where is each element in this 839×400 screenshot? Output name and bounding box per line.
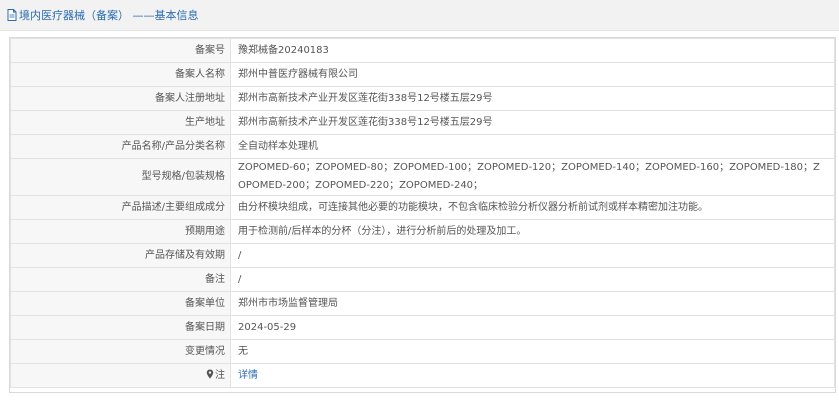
- value-record-date: 2024-05-29: [230, 315, 835, 340]
- info-table: 备案号 豫郑械备20240183 备案人名称 郑州中普医疗器械有限公司 备案人注…: [10, 38, 835, 388]
- value-production-address: 郑州市高新技术产业开发区莲花街338号12号楼五层29号: [230, 110, 835, 135]
- label-product-name: 产品名称/产品分类名称: [10, 134, 231, 159]
- details-link[interactable]: 详情: [238, 370, 258, 381]
- row-filer-address: 备案人注册地址 郑州市高新技术产业开发区莲花街338号12号楼五层29号: [10, 86, 835, 111]
- label-note: 注: [215, 369, 225, 381]
- header-bar: 境内医疗器械（备案） ——基本信息: [0, 0, 839, 31]
- value-remarks: /: [230, 267, 835, 292]
- map-pin-icon: [206, 369, 214, 378]
- row-intended-use: 预期用途 用于检测前/后样本的分杯（分注），进行分析前后的处理及加工。: [10, 219, 835, 244]
- row-record-no: 备案号 豫郑械备20240183: [10, 38, 835, 63]
- page: 境内医疗器械（备案） ——基本信息 备案号 豫郑械备20240183 备案人名称…: [0, 0, 839, 400]
- label-note-cell: 注: [10, 363, 231, 388]
- value-filer-name: 郑州中普医疗器械有限公司: [230, 62, 835, 87]
- value-record-unit: 郑州市市场监督管理局: [230, 291, 835, 316]
- label-filer-address: 备案人注册地址: [10, 86, 231, 111]
- row-filer-name: 备案人名称 郑州中普医疗器械有限公司: [10, 62, 835, 87]
- row-product-name: 产品名称/产品分类名称 全自动样本处理机: [10, 134, 835, 159]
- label-model-spec: 型号规格/包装规格: [10, 158, 231, 196]
- row-description: 产品描述/主要组成成分 由分杯模块组成，可连接其他必要的功能模块，不包含临床检验…: [10, 195, 835, 220]
- row-production-address: 生产地址 郑州市高新技术产业开发区莲花街338号12号楼五层29号: [10, 110, 835, 135]
- value-change: 无: [230, 339, 835, 364]
- value-product-name: 全自动样本处理机: [230, 134, 835, 159]
- label-description: 产品描述/主要组成成分: [10, 195, 231, 220]
- row-remarks: 备注 /: [10, 267, 835, 292]
- label-record-unit: 备案单位: [10, 291, 231, 316]
- label-record-date: 备案日期: [10, 315, 231, 340]
- row-note: 注 详情: [10, 363, 835, 388]
- row-record-date: 备案日期 2024-05-29: [10, 315, 835, 340]
- label-filer-name: 备案人名称: [10, 62, 231, 87]
- value-storage: /: [230, 243, 835, 268]
- row-record-unit: 备案单位 郑州市市场监督管理局: [10, 291, 835, 316]
- label-production-address: 生产地址: [10, 110, 231, 135]
- value-note-cell: 详情: [230, 363, 835, 388]
- value-model-spec: ZOPOMED-60；ZOPOMED-80；ZOPOMED-100；ZOPOME…: [230, 158, 835, 196]
- label-intended-use: 预期用途: [10, 219, 231, 244]
- value-filer-address: 郑州市高新技术产业开发区莲花街338号12号楼五层29号: [230, 86, 835, 111]
- row-model-spec: 型号规格/包装规格 ZOPOMED-60；ZOPOMED-80；ZOPOMED-…: [10, 158, 835, 196]
- value-description: 由分杯模块组成，可连接其他必要的功能模块，不包含临床检验分析仪器分析前试剂或样本…: [230, 195, 835, 220]
- value-intended-use: 用于检测前/后样本的分杯（分注），进行分析前后的处理及加工。: [230, 219, 835, 244]
- row-change: 变更情况 无: [10, 339, 835, 364]
- page-title: 境内医疗器械（备案） ——基本信息: [19, 9, 199, 22]
- label-remarks: 备注: [10, 267, 231, 292]
- row-storage: 产品存储及有效期 /: [10, 243, 835, 268]
- label-change: 变更情况: [10, 339, 231, 364]
- value-record-no: 豫郑械备20240183: [230, 38, 835, 63]
- label-storage: 产品存储及有效期: [10, 243, 231, 268]
- document-icon: [7, 9, 17, 21]
- label-record-no: 备案号: [10, 38, 231, 63]
- info-table-panel: 备案号 豫郑械备20240183 备案人名称 郑州中普医疗器械有限公司 备案人注…: [9, 37, 836, 393]
